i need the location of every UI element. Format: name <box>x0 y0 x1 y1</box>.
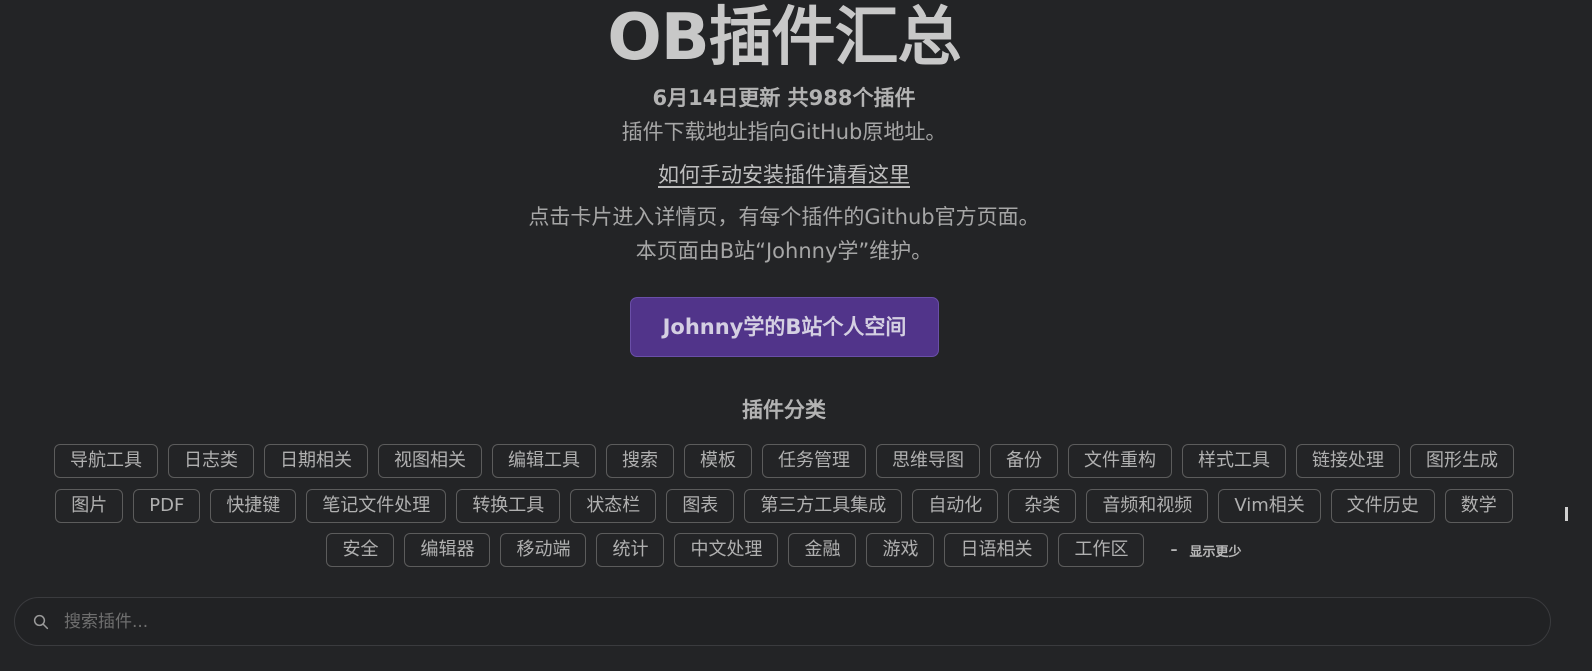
category-row-2: 图片 PDF 快捷键 笔记文件处理 转换工具 状态栏 图表 第三方工具集成 自动化 杂类 音频和视频… <box>0 489 1568 523</box>
category-tag[interactable]: 状态栏 <box>570 489 657 523</box>
category-row-3: 安全 编辑器 移动端 统计 中文处理 金融 游戏 日语相关 工作区 – 显示更少 <box>0 533 1568 567</box>
category-heading: 插件分类 <box>742 398 826 422</box>
download-note: 插件下载地址指向GitHub原地址。 <box>621 120 947 144</box>
plugin-directory-page: OB插件汇总 6月14日更新 共988个插件 插件下载地址指向GitHub原地址… <box>0 0 1592 671</box>
manual-install-link[interactable]: 如何手动安装插件请看这里 <box>658 163 910 187</box>
search-input[interactable] <box>64 601 1550 642</box>
category-tag[interactable]: 转换工具 <box>456 489 561 523</box>
category-tag[interactable]: 搜索 <box>606 444 674 478</box>
category-tag[interactable]: 移动端 <box>500 533 587 567</box>
maintainer-note: 本页面由B站“Johnny学”维护。 <box>635 239 933 263</box>
category-tag[interactable]: 备份 <box>990 444 1058 478</box>
category-tag[interactable]: 图形生成 <box>1410 444 1514 478</box>
update-info: 6月14日更新 共988个插件 <box>652 86 916 110</box>
category-tag[interactable]: 图片 <box>55 489 124 523</box>
category-tag[interactable]: 金融 <box>788 533 857 567</box>
category-tag[interactable]: 统计 <box>596 533 665 567</box>
category-tag[interactable]: 导航工具 <box>54 444 158 478</box>
category-tag[interactable]: 文件历史 <box>1330 489 1435 523</box>
page-title: OB插件汇总 <box>607 1 961 75</box>
category-tag[interactable]: 日期相关 <box>264 444 368 478</box>
category-tag[interactable]: 思维导图 <box>876 444 980 478</box>
category-tag[interactable]: PDF <box>133 489 201 523</box>
show-less-toggle[interactable]: – 显示更少 <box>1170 541 1241 560</box>
scrollbar-thumb[interactable] <box>1565 507 1568 521</box>
search-bar <box>14 597 1551 646</box>
category-tag[interactable]: 快捷键 <box>210 489 297 523</box>
category-tag[interactable]: 第三方工具集成 <box>744 489 903 523</box>
category-tag[interactable]: 模板 <box>684 444 752 478</box>
category-tag[interactable]: 编辑工具 <box>492 444 596 478</box>
search-icon <box>33 614 49 629</box>
category-row-1: 导航工具 日志类 日期相关 视图相关 编辑工具 搜索 模板 任务管理 思维导图 备份 文件重构 样式工… <box>0 444 1568 478</box>
category-tag[interactable]: 工作区 <box>1058 533 1145 567</box>
category-tag[interactable]: 数学 <box>1444 489 1513 523</box>
category-tag[interactable]: 安全 <box>326 533 395 567</box>
category-tag[interactable]: 编辑器 <box>404 533 491 567</box>
category-tag[interactable]: 图表 <box>666 489 735 523</box>
category-tag[interactable]: 杂类 <box>1008 489 1077 523</box>
category-tag[interactable]: 链接处理 <box>1296 444 1400 478</box>
show-less-label: 显示更少 <box>1189 544 1242 560</box>
category-tag[interactable]: 游戏 <box>866 533 935 567</box>
category-tag[interactable]: 样式工具 <box>1182 444 1286 478</box>
category-tag[interactable]: 任务管理 <box>762 444 866 478</box>
card-note: 点击卡片进入详情页，有每个插件的Github官方页面。 <box>528 205 1040 229</box>
category-tag[interactable]: 音频和视频 <box>1086 489 1209 523</box>
category-tag[interactable]: 中文处理 <box>674 533 779 567</box>
category-tag[interactable]: Vim相关 <box>1218 489 1321 523</box>
category-tag[interactable]: 文件重构 <box>1068 444 1172 478</box>
category-tag[interactable]: 日志类 <box>168 444 254 478</box>
category-tag[interactable]: 视图相关 <box>378 444 482 478</box>
manual-install-row: 如何手动安装插件请看这里 <box>0 161 1568 189</box>
category-tag[interactable]: 自动化 <box>912 489 999 523</box>
category-tag[interactable]: 笔记文件处理 <box>306 489 447 523</box>
bilibili-space-button[interactable]: Johnny学的B站个人空间 <box>630 297 939 357</box>
minus-icon: – <box>1170 542 1178 558</box>
category-tag[interactable]: 日语相关 <box>944 533 1049 567</box>
